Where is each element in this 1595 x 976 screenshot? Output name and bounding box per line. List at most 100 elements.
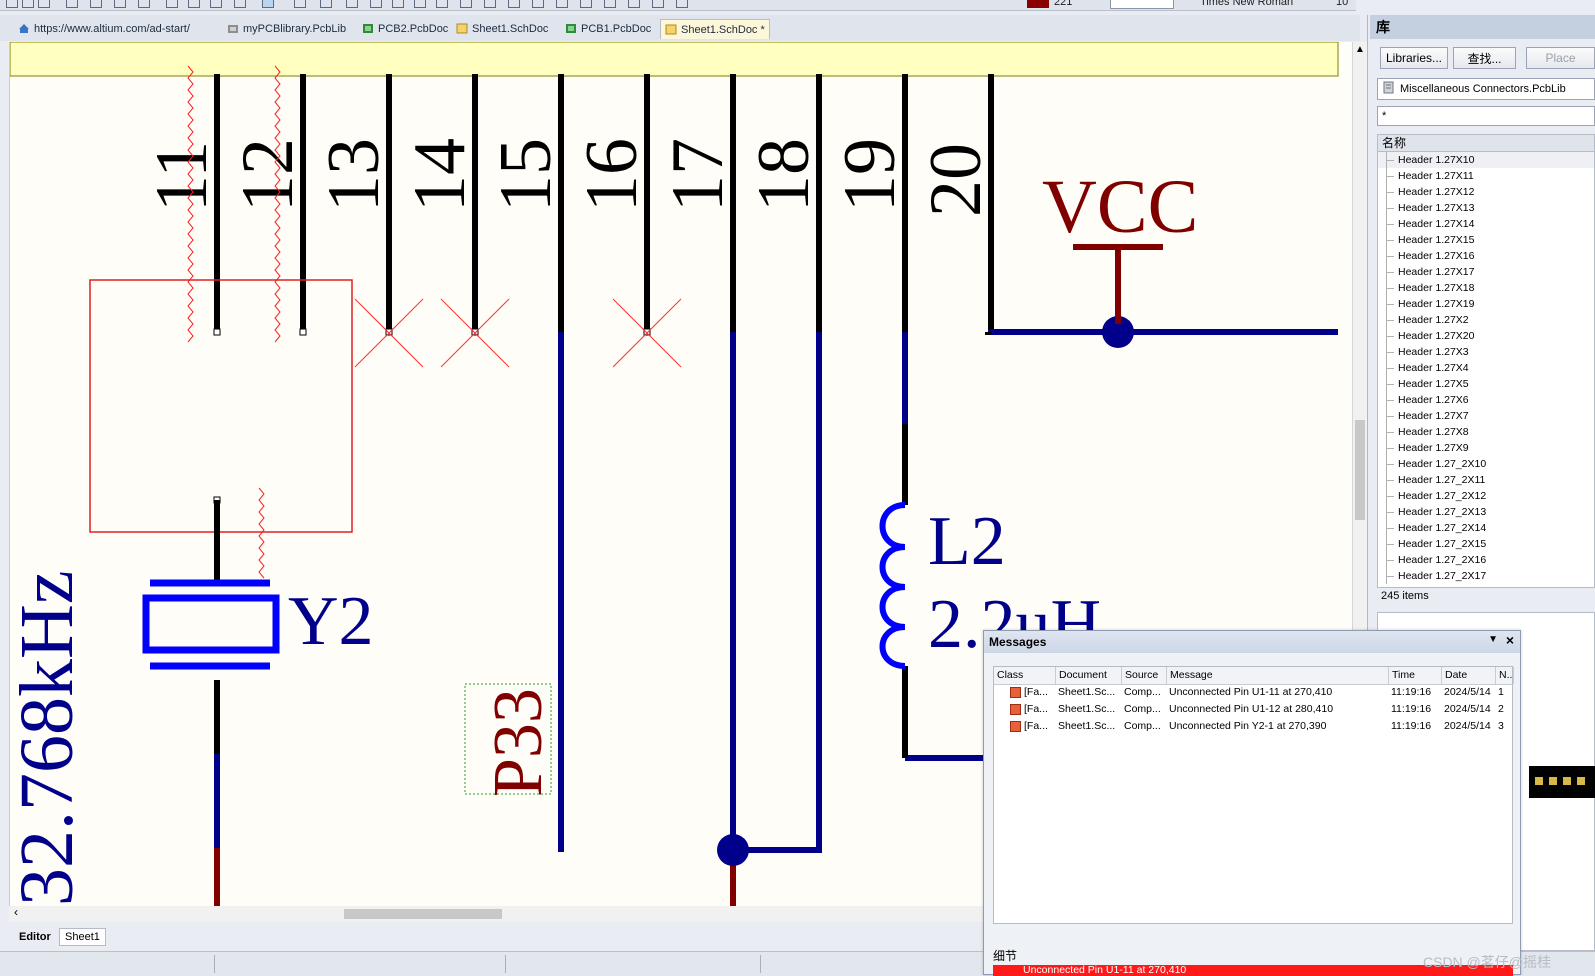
tab-mypcblibrary[interactable]: myPCBlibrary.PcbLib [227, 19, 346, 38]
library-select[interactable]: Miscellaneous Connectors.PcbLib [1377, 78, 1595, 100]
font-name-select[interactable]: Times New Roman [1200, 0, 1293, 8]
library-item[interactable]: Header 1.27_2X15 [1378, 536, 1594, 552]
library-item[interactable]: Header 1.27_2X14 [1378, 520, 1594, 536]
font-size-input[interactable] [1110, 0, 1174, 9]
library-item[interactable]: Header 1.27X9 [1378, 440, 1594, 456]
vertical-scroll-thumb[interactable] [1355, 420, 1365, 520]
library-item[interactable]: Header 1.27X2 [1378, 312, 1594, 328]
toolbar-icon[interactable] [460, 0, 472, 8]
toolbar-icon[interactable] [188, 0, 200, 8]
column-header[interactable]: Message [1167, 667, 1389, 684]
toolbar-icon[interactable] [90, 0, 102, 8]
tab-sheet1[interactable]: Sheet1.SchDoc [456, 19, 548, 38]
library-item[interactable]: Header 1.27X14 [1378, 216, 1594, 232]
tab-pcb1[interactable]: PCB1.PcbDoc [565, 19, 651, 38]
library-item[interactable]: Header 1.27X3 [1378, 344, 1594, 360]
toolbar-icon[interactable] [210, 0, 222, 8]
toolbar-icon[interactable] [234, 0, 246, 8]
toolbar-icon[interactable] [66, 0, 78, 8]
horizontal-scrollbar[interactable] [9, 906, 999, 922]
library-item[interactable]: Header 1.27X11 [1378, 168, 1594, 184]
library-item[interactable]: Header 1.27_2X16 [1378, 552, 1594, 568]
library-item[interactable]: Header 1.27X19 [1378, 296, 1594, 312]
toolbar-icon[interactable] [346, 0, 358, 8]
libraries-button[interactable]: Libraries... [1380, 47, 1448, 69]
library-column-name[interactable]: 名称 [1377, 134, 1595, 152]
library-item[interactable]: Header 1.27_2X10 [1378, 456, 1594, 472]
library-item[interactable]: Header 1.27X18 [1378, 280, 1594, 296]
toolbar-icon[interactable] [6, 0, 18, 8]
column-header[interactable]: Date [1442, 667, 1496, 684]
toolbar-icon[interactable] [114, 0, 126, 8]
tab-pcb2[interactable]: PCB2.PcbDoc [362, 19, 448, 38]
column-header[interactable]: N... [1496, 667, 1514, 684]
vcc-power-port[interactable]: VCC [1042, 165, 1198, 324]
toolbar-icon[interactable] [294, 0, 306, 8]
editor-tab[interactable]: Editor [13, 928, 57, 946]
toolbar-icon[interactable] [138, 0, 150, 8]
library-item[interactable]: Header 1.27X12 [1378, 184, 1594, 200]
toolbar-icon[interactable] [370, 0, 382, 8]
toolbar-icon[interactable] [22, 0, 34, 8]
toolbar-icon[interactable] [484, 0, 496, 8]
horizontal-scroll-thumb[interactable] [344, 909, 502, 919]
library-item[interactable]: Header 1.27X4 [1378, 360, 1594, 376]
message-row[interactable]: [Fa... Sheet1.Sc... Comp... Unconnected … [994, 684, 1512, 701]
toolbar-icon[interactable] [508, 0, 520, 8]
message-row[interactable]: [Fa... Sheet1.Sc... Comp... Unconnected … [994, 701, 1512, 718]
library-item[interactable]: Header 1.27X15 [1378, 232, 1594, 248]
color-swatch[interactable] [1027, 0, 1049, 8]
library-item[interactable]: Header 1.27X7 [1378, 408, 1594, 424]
toolbar-icon[interactable] [320, 0, 332, 8]
library-item[interactable]: Header 1.27X20 [1378, 328, 1594, 344]
library-filter-input[interactable]: * [1377, 106, 1595, 126]
font-size-select[interactable]: 10 [1336, 0, 1348, 8]
toolbar-icon[interactable] [436, 0, 448, 8]
library-item[interactable]: Header 1.27X5 [1378, 376, 1594, 392]
scroll-left-arrow-icon[interactable]: ‹ [14, 905, 18, 919]
library-item[interactable]: Header 1.27X16 [1378, 248, 1594, 264]
net-label-p33[interactable]: P33 [464, 683, 557, 797]
component-body[interactable] [10, 42, 1339, 77]
library-item[interactable]: Header 1.27X10 [1378, 152, 1594, 168]
no-erc-markers[interactable] [354, 298, 682, 368]
toolbar-icon[interactable] [392, 0, 404, 8]
library-item[interactable]: Header 1.27X6 [1378, 392, 1594, 408]
library-item[interactable]: Header 1.27_2X11 [1378, 472, 1594, 488]
library-item[interactable]: Header 1.27X13 [1378, 200, 1594, 216]
toolbar-icon[interactable] [676, 0, 688, 8]
toolbar-icon[interactable] [262, 0, 274, 8]
crystal-y2[interactable]: Y2 32.768kHz [10, 570, 374, 906]
toolbar-icon[interactable] [580, 0, 592, 8]
toolbar-icon[interactable] [532, 0, 544, 8]
place-button[interactable]: Place [1526, 47, 1595, 69]
library-item[interactable]: Header 1.27_2X12 [1378, 488, 1594, 504]
library-component-list[interactable]: Header 1.27X10 Header 1.27X11 Header 1.27X… [1377, 152, 1595, 588]
toolbar-icon[interactable] [556, 0, 568, 8]
toolbar-icon[interactable] [414, 0, 426, 8]
library-item[interactable]: Header 1.27X17 [1378, 264, 1594, 280]
library-item[interactable]: Header 1.27_2X13 [1378, 504, 1594, 520]
toolbar-icon[interactable] [38, 0, 50, 8]
messages-panel-title[interactable]: Messages ▼ × [984, 631, 1520, 653]
close-icon[interactable]: × [1506, 632, 1514, 648]
column-header[interactable]: Time [1389, 667, 1442, 684]
messages-panel[interactable]: Messages ▼ × Class Document Source Messa… [983, 630, 1521, 976]
message-row[interactable]: [Fa... Sheet1.Sc... Comp... Unconnected … [994, 718, 1512, 735]
column-header[interactable]: Document [1056, 667, 1122, 684]
selection-rectangle[interactable] [89, 279, 353, 533]
column-header[interactable]: Source [1122, 667, 1167, 684]
toolbar-icon[interactable] [166, 0, 178, 8]
dropdown-arrow-icon[interactable]: ▼ [1488, 634, 1498, 645]
tab-sheet1-active[interactable]: Sheet1.SchDoc * [660, 19, 770, 39]
toolbar-icon[interactable] [652, 0, 664, 8]
column-header[interactable]: Class [994, 667, 1056, 684]
library-item[interactable]: Header 1.27_2X17 [1378, 568, 1594, 584]
sheet1-tab[interactable]: Sheet1 [59, 928, 106, 946]
tab-altium-start[interactable]: https://www.altium.com/ad-start/ [18, 19, 190, 38]
toolbar-icon[interactable] [628, 0, 640, 8]
search-button[interactable]: 查找... [1453, 47, 1516, 69]
toolbar-icon[interactable] [604, 0, 616, 8]
library-item[interactable]: Header 1.27X8 [1378, 424, 1594, 440]
scroll-up-arrow-icon[interactable]: ▲ [1355, 44, 1365, 55]
